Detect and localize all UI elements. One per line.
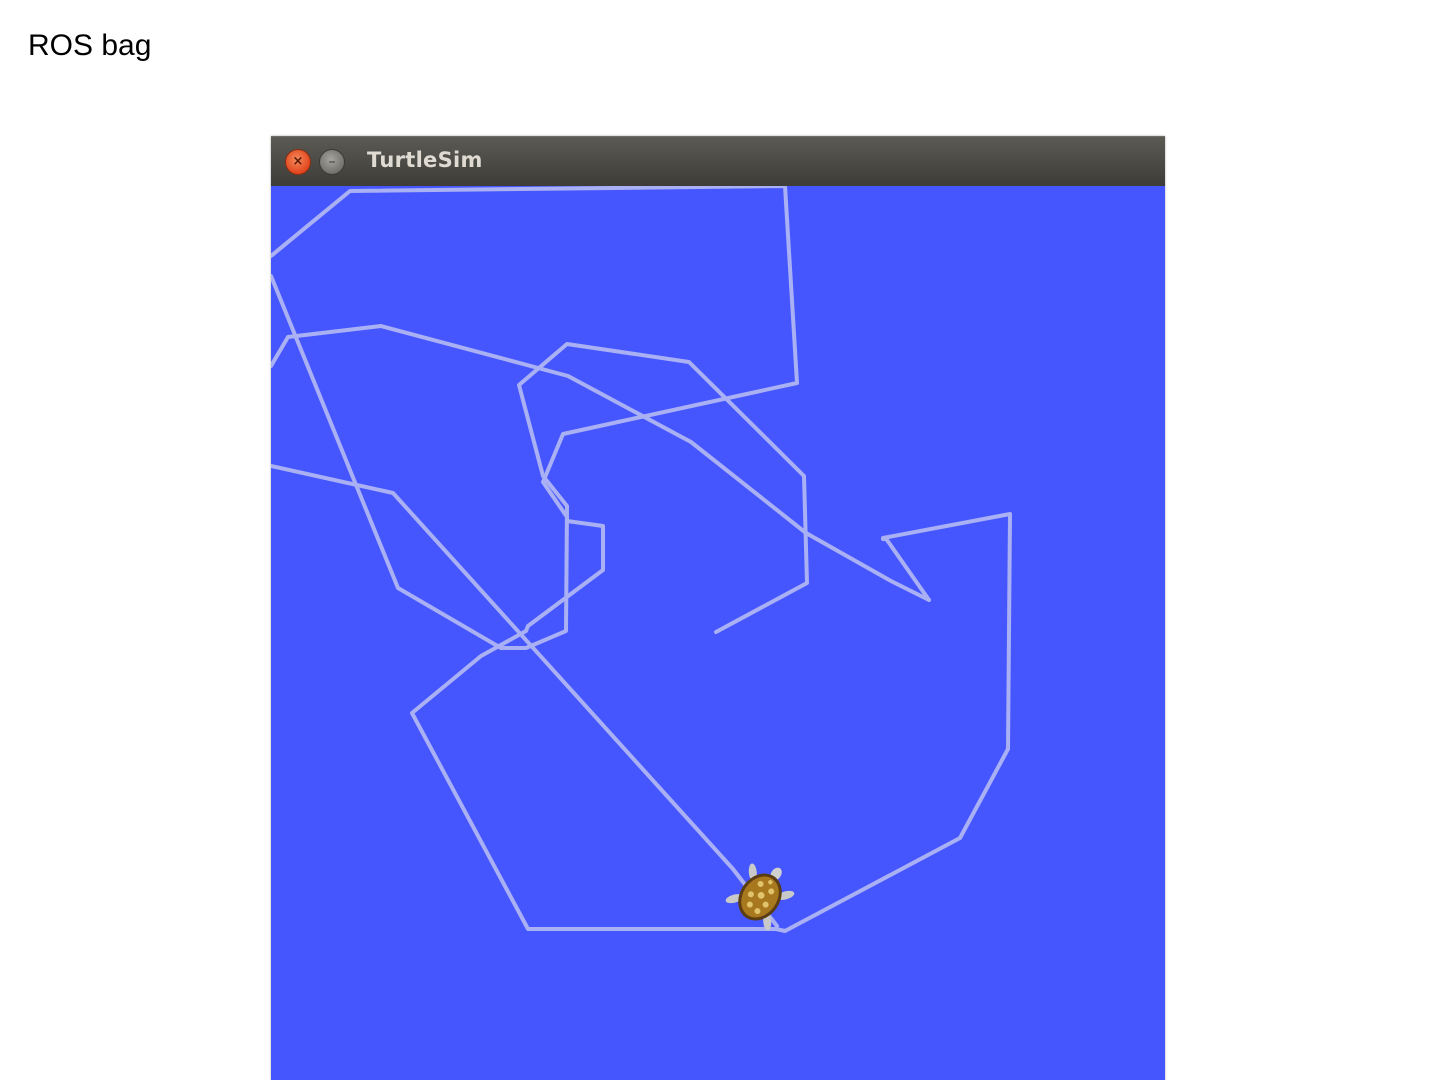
window-titlebar[interactable]: × – TurtleSim	[271, 136, 1165, 186]
turtle-trail-drawing	[271, 186, 1012, 933]
window-title: TurtleSim	[367, 148, 483, 172]
minimize-icon: –	[328, 154, 336, 170]
turtle-sprite	[725, 863, 795, 931]
turtle-trail	[271, 186, 1012, 933]
turtle-trail-segment	[271, 464, 735, 871]
close-icon: ×	[292, 154, 304, 169]
slide-title: ROS bag	[28, 29, 152, 62]
minimize-button[interactable]: –	[319, 149, 345, 175]
turtlesim-canvas	[271, 186, 1165, 1080]
turtle-trail-segment	[271, 274, 809, 650]
turtle-trail-segment	[271, 324, 931, 602]
turtlesim-window[interactable]: × – TurtleSim	[271, 136, 1165, 1080]
close-button[interactable]: ×	[285, 149, 311, 175]
